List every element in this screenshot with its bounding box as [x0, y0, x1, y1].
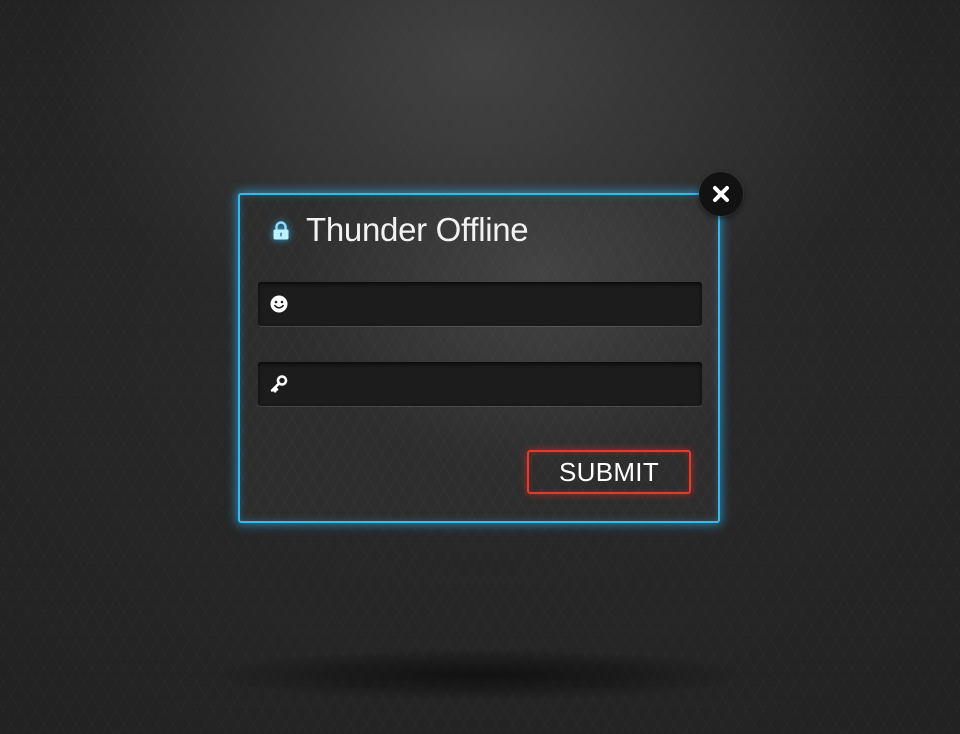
username-field[interactable]	[258, 282, 702, 326]
username-input[interactable]	[298, 282, 694, 326]
smiley-user-icon	[270, 295, 288, 313]
close-button[interactable]	[699, 172, 743, 216]
close-icon	[713, 186, 729, 202]
floor-shadow	[220, 650, 740, 700]
dialog-title: Thunder Offline	[306, 211, 529, 248]
submit-button[interactable]: SUBMIT	[527, 450, 691, 494]
password-field[interactable]	[258, 362, 702, 406]
key-icon	[270, 375, 288, 393]
lock-icon	[273, 221, 289, 240]
password-input[interactable]	[298, 362, 694, 406]
